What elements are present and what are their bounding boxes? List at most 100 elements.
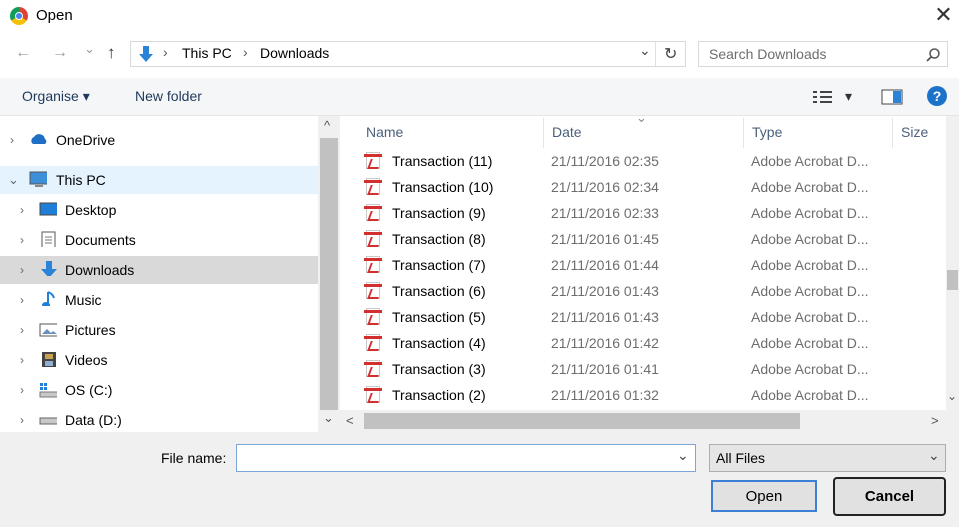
search-input[interactable]: Search Downloads [709, 46, 827, 62]
file-type: Adobe Acrobat D... [751, 205, 869, 221]
table-row[interactable]: Transaction (3) 21/11/2016 01:41 Adobe A… [362, 356, 937, 382]
pdf-file-icon [364, 282, 382, 299]
sidebar-item-music[interactable]: › Music [0, 286, 318, 314]
column-header-date[interactable]: Date [552, 124, 582, 140]
scroll-down-button[interactable]: ⌄ [947, 389, 957, 403]
file-date: 21/11/2016 01:43 [551, 309, 659, 325]
downloads-icon [41, 261, 57, 276]
table-row[interactable]: Transaction (9) 21/11/2016 02:33 Adobe A… [362, 200, 937, 226]
table-row[interactable]: Transaction (4) 21/11/2016 01:42 Adobe A… [362, 330, 937, 356]
sidebar-item-label: Videos [65, 352, 108, 368]
table-row[interactable]: Transaction (7) 21/11/2016 01:44 Adobe A… [362, 252, 937, 278]
preview-pane-icon[interactable] [881, 89, 903, 105]
file-type: Adobe Acrobat D... [751, 257, 869, 273]
pdf-file-icon [364, 256, 382, 273]
file-name-field[interactable]: ⌄ [236, 444, 696, 472]
cancel-button[interactable]: Cancel [833, 477, 946, 516]
chevron-right-icon[interactable]: › [10, 133, 14, 147]
file-name: Transaction (3) [392, 361, 486, 377]
scroll-left-button[interactable]: < [346, 413, 354, 428]
sidebar-scrollbar[interactable]: ^ ⌄ [318, 116, 340, 432]
chevron-right-icon[interactable]: › [20, 203, 24, 217]
column-header-type[interactable]: Type [752, 124, 782, 140]
scrollbar-thumb[interactable] [364, 413, 800, 429]
table-row[interactable]: Transaction (5) 21/11/2016 01:43 Adobe A… [362, 304, 937, 330]
view-options-icon[interactable] [812, 89, 834, 105]
chevron-right-icon[interactable]: › [20, 383, 24, 397]
file-name: Transaction (9) [392, 205, 486, 221]
chevron-right-icon[interactable]: › [20, 413, 24, 427]
sidebar-item-desktop[interactable]: › Desktop [0, 196, 318, 224]
up-button[interactable]: ↑ [107, 43, 116, 63]
chevron-down-icon[interactable]: ⌄ [8, 172, 19, 188]
pdf-file-icon [364, 334, 382, 351]
table-row[interactable]: Transaction (10) 21/11/2016 02:34 Adobe … [362, 174, 937, 200]
chevron-right-icon[interactable]: › [20, 233, 24, 247]
sidebar-item-label: This PC [56, 172, 106, 188]
scrollbar-thumb[interactable] [320, 138, 338, 410]
recent-locations-button[interactable]: ⌄ [84, 41, 95, 57]
command-bar: Organise ▾ New folder ▾ ? [0, 78, 959, 116]
sidebar-item-downloads[interactable]: › Downloads [0, 256, 318, 284]
scroll-right-button[interactable]: > [931, 413, 939, 428]
drive-icon [39, 417, 57, 425]
chevron-right-icon[interactable]: › [20, 293, 24, 307]
file-date: 21/11/2016 01:43 [551, 283, 659, 299]
sidebar-item-onedrive[interactable]: › OneDrive [0, 126, 318, 154]
chevron-right-icon[interactable]: › [20, 323, 24, 337]
file-type: Adobe Acrobat D... [751, 387, 869, 403]
file-date: 21/11/2016 01:41 [551, 361, 659, 377]
breadcrumb-downloads[interactable]: Downloads [260, 45, 329, 61]
column-header-size[interactable]: Size [901, 124, 928, 140]
sidebar-item-documents[interactable]: › Documents [0, 226, 318, 254]
scrollbar-thumb[interactable] [947, 270, 958, 290]
file-name-dropdown-button[interactable]: ⌄ [677, 447, 689, 464]
file-name: Transaction (7) [392, 257, 486, 273]
address-dropdown-button[interactable]: ⌄ [639, 42, 651, 59]
search-box[interactable]: Search Downloads [698, 41, 948, 67]
file-type: Adobe Acrobat D... [751, 153, 869, 169]
chevron-down-icon: ⌄ [928, 447, 940, 463]
file-list-horizontal-scrollbar[interactable]: < > [340, 410, 959, 432]
file-list: ⌄ Name Date Type Size Transaction (11) 2… [340, 110, 959, 432]
table-row[interactable]: Transaction (6) 21/11/2016 01:43 Adobe A… [362, 278, 937, 304]
column-divider[interactable] [743, 118, 744, 148]
sidebar-item-data-drive[interactable]: › Data (D:) [0, 406, 318, 434]
pdf-file-icon [364, 230, 382, 247]
chevron-down-icon: ▾ [82, 88, 90, 104]
file-type-filter[interactable]: All Files ⌄ [709, 444, 946, 472]
sidebar-item-this-pc[interactable]: ⌄ This PC [0, 166, 318, 194]
back-button[interactable]: ← [15, 44, 31, 62]
address-bar[interactable]: › This PC › Downloads ⌄ ↻ [130, 41, 686, 67]
close-button[interactable]: ✕ [928, 0, 959, 30]
file-list-vertical-scrollbar[interactable]: ⌄ [946, 116, 959, 410]
scroll-up-button[interactable]: ^ [324, 118, 330, 133]
breadcrumb-this-pc[interactable]: This PC [182, 45, 232, 61]
column-divider[interactable] [543, 118, 544, 148]
pdf-file-icon [364, 178, 382, 195]
chevron-right-icon[interactable]: › [20, 263, 24, 277]
file-date: 21/11/2016 02:35 [551, 153, 659, 169]
open-button[interactable]: Open [711, 480, 817, 512]
refresh-button[interactable]: ↻ [664, 44, 677, 64]
chevron-right-icon[interactable]: › [20, 353, 24, 367]
file-date: 21/11/2016 01:32 [551, 387, 659, 403]
view-dropdown-button[interactable]: ▾ [845, 88, 852, 105]
file-date: 21/11/2016 02:34 [551, 179, 659, 195]
table-row[interactable]: Transaction (2) 21/11/2016 01:32 Adobe A… [362, 382, 937, 408]
scroll-down-button[interactable]: ⌄ [323, 410, 334, 426]
organise-button[interactable]: Organise ▾ [22, 88, 90, 105]
sidebar-item-videos[interactable]: › Videos [0, 346, 318, 374]
table-row[interactable]: Transaction (11) 21/11/2016 02:35 Adobe … [362, 148, 937, 174]
forward-button[interactable]: → [52, 44, 68, 62]
table-row[interactable]: Transaction (8) 21/11/2016 01:45 Adobe A… [362, 226, 937, 252]
new-folder-button[interactable]: New folder [135, 88, 202, 104]
column-divider[interactable] [892, 118, 893, 148]
help-button[interactable]: ? [927, 86, 947, 106]
sidebar-item-os-drive[interactable]: › OS (C:) [0, 376, 318, 404]
organise-label: Organise [22, 88, 79, 104]
sidebar-item-pictures[interactable]: › Pictures [0, 316, 318, 344]
search-icon [926, 48, 940, 62]
column-header-name[interactable]: Name [366, 124, 403, 140]
title-bar: Open ✕ [0, 0, 959, 32]
